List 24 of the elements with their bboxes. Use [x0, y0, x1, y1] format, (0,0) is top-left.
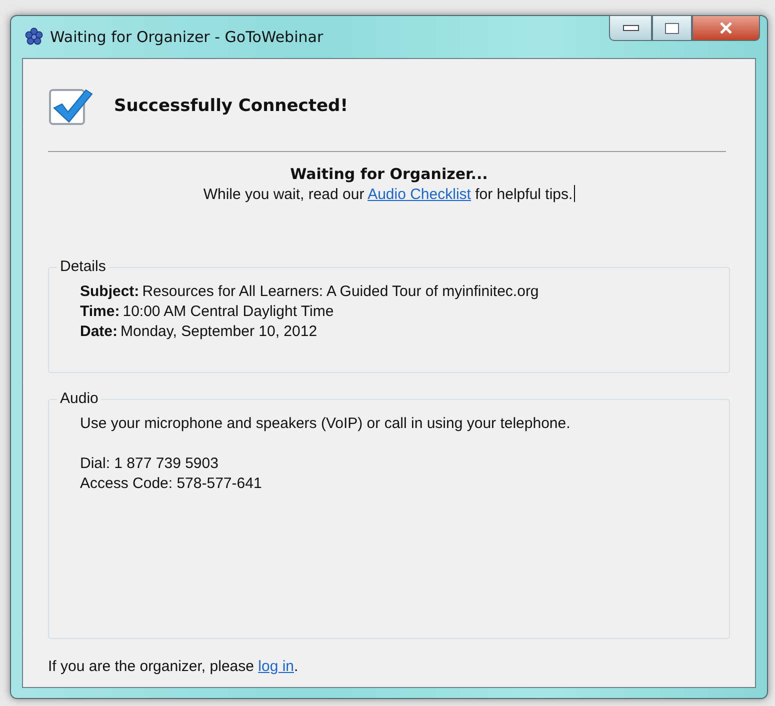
- checklist-link[interactable]: Audio Checklist: [368, 186, 471, 203]
- waiting-heading: Waiting for Organizer...: [289, 165, 489, 183]
- flower-icon: [24, 27, 44, 47]
- minimize-button[interactable]: [609, 15, 652, 41]
- login-link[interactable]: log in: [258, 658, 294, 675]
- field-label: Date:: [80, 323, 118, 340]
- field-label: Time:: [80, 303, 120, 320]
- dial-info: Access Code: 578-577-641: [80, 474, 263, 494]
- field-value: 10:00 AM Central Daylight Time: [122, 303, 334, 320]
- waiting-message: While you wait, read our Audio Checklist for helpful tips.: [203, 186, 573, 203]
- minimize-icon: [622, 25, 638, 31]
- maximize-button[interactable]: [652, 15, 692, 41]
- close-button[interactable]: [692, 15, 760, 41]
- field-value: Resources for All Learners: A Guided Tour of myinfinitec.org: [142, 283, 539, 300]
- dial-info: Dial: 1 877 739 5903: [80, 454, 220, 474]
- field-label: Subject:: [80, 283, 140, 300]
- audio-instructions: Use your microphone and speakers (VoIP) or call in using your telephone.: [80, 414, 572, 434]
- organizer-note: If you are the organizer, please log in.: [48, 658, 300, 675]
- maximize-icon: [665, 22, 679, 34]
- text-cursor: [574, 185, 575, 202]
- close-icon: [719, 22, 733, 34]
- status-heading: Successfully Connected!: [114, 96, 348, 116]
- window-title: Waiting for Organizer - GoToWebinar: [50, 28, 324, 46]
- field-value: Monday, September 10, 2012: [120, 323, 318, 340]
